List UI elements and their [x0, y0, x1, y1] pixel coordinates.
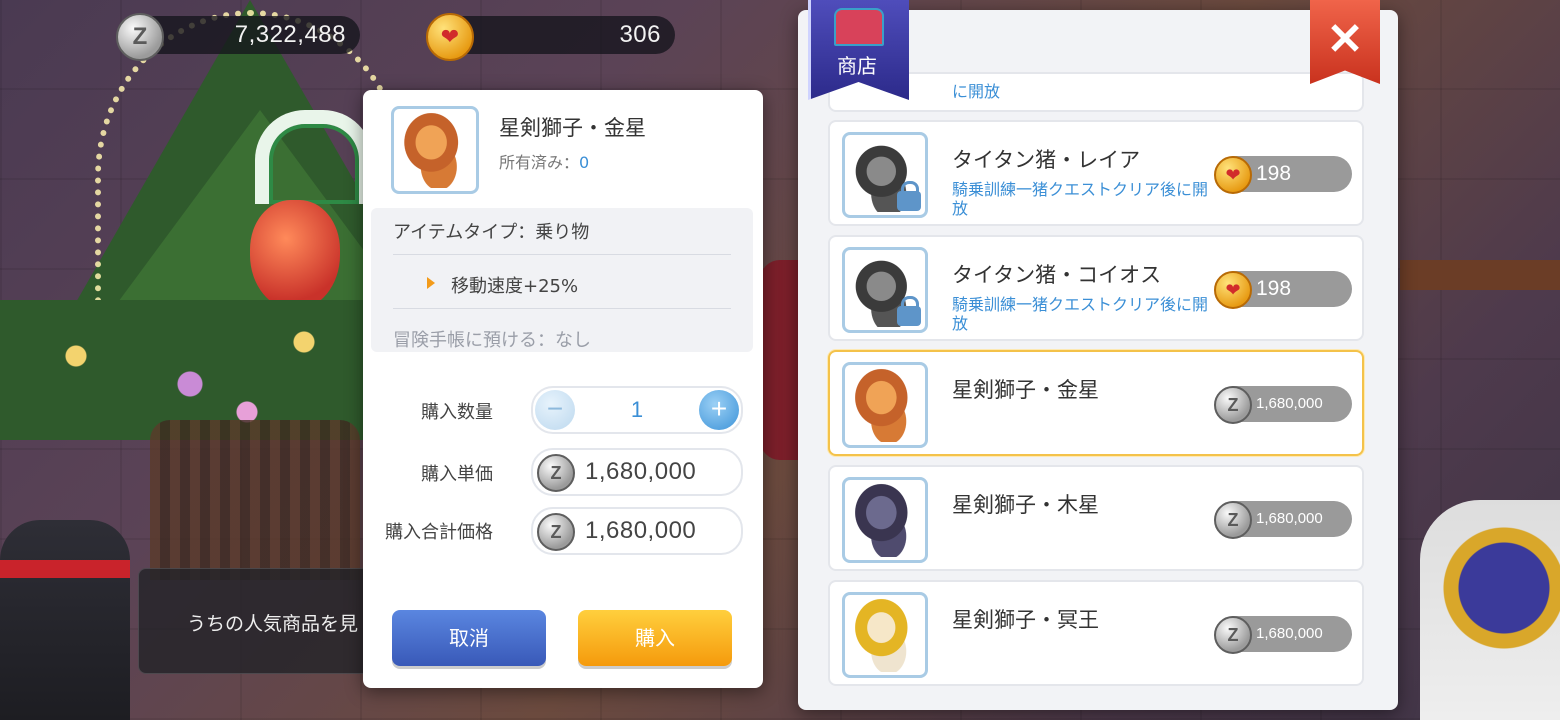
lion-mount-icon [848, 368, 922, 442]
item-price: ❤ 198 [1214, 271, 1352, 309]
item-title: 星剣獅子・金星 [499, 116, 646, 140]
item-thumbnail [391, 106, 479, 194]
cat-coin-icon: ❤ [1214, 271, 1252, 309]
shop-title: 商店 [837, 54, 877, 78]
owned-number: 0 [579, 153, 590, 172]
item-price: Z 1,680,000 [1214, 616, 1352, 654]
increase-button[interactable]: + [699, 390, 739, 430]
zeny-coin-icon: Z [116, 13, 164, 61]
npc-speech-text: うちの人気商品を見 [187, 613, 359, 635]
item-thumbnail [842, 592, 928, 678]
lion-mount-icon [848, 598, 922, 672]
item-unlock-condition: 騎乗訓練一猪クエストクリア後に開放 [952, 180, 1209, 218]
treasure-chest-icon [834, 8, 884, 46]
lion-mount-icon [397, 112, 473, 188]
unit-price-label: 購入単価 [421, 464, 493, 485]
buy-button[interactable]: 購入 [578, 610, 732, 666]
zeny-coin-icon: Z [537, 513, 575, 551]
item-unlock-condition: に開放 [952, 82, 1001, 101]
cat-coin-icon: ❤ [426, 13, 474, 61]
price-value: 1,680,000 [1256, 625, 1323, 642]
item-price: Z 1,680,000 [1214, 501, 1352, 539]
owned-label: 所有済み： [499, 153, 580, 172]
quantity-stepper: − 1 + [531, 386, 743, 434]
zeny-coin-icon: Z [1214, 386, 1252, 424]
price-value: 198 [1256, 162, 1292, 185]
flower-bed [0, 300, 380, 440]
zeny-coin-icon: Z [1214, 616, 1252, 654]
npc-speech-bubble[interactable]: うちの人気商品を見 [138, 568, 380, 674]
item-name: 星剣獅子・冥王 [952, 608, 1099, 632]
item-thumbnail [842, 477, 928, 563]
item-price: ❤ 198 [1214, 156, 1352, 194]
zeny-coin-icon: Z [1214, 501, 1252, 539]
item-thumbnail [842, 132, 928, 218]
unit-price-field: Z 1,680,000 [531, 448, 743, 496]
cancel-button[interactable]: 取消 [392, 610, 546, 666]
zeny-coin-icon: Z [537, 454, 575, 492]
item-name: タイタン猪・レイア [952, 148, 1141, 172]
item-type: アイテムタイプ：乗り物 [393, 222, 590, 243]
price-value: 1,680,000 [1256, 395, 1323, 412]
zeny-balance: Z 7,322,488 [116, 13, 360, 61]
item-thumbnail [842, 247, 928, 333]
unit-price-value: 1,680,000 [585, 458, 697, 485]
shop-item-lion-venus[interactable]: 星剣獅子・金星 Z 1,680,000 [828, 350, 1364, 456]
item-unlock-condition: 騎乗訓練一猪クエストクリア後に開放 [952, 295, 1209, 333]
total-price-field: Z 1,680,000 [531, 507, 743, 555]
purchase-detail-panel: 星剣獅子・金星 所有済み：0 アイテムタイプ：乗り物 移動速度+25% 冒険手帳… [363, 90, 763, 688]
deposit-info: 冒険手帳に預ける：なし [393, 330, 591, 351]
gold-amount: 306 [619, 21, 661, 48]
quantity-label: 購入数量 [421, 402, 493, 423]
divider [393, 254, 731, 255]
zeny-amount: 7,322,488 [234, 21, 346, 48]
item-price: Z 1,680,000 [1214, 386, 1352, 424]
candy-cane [255, 110, 373, 204]
item-name: タイタン猪・コイオス [952, 263, 1162, 287]
total-price-value: 1,680,000 [585, 517, 697, 544]
bullet-arrow-icon [427, 277, 435, 289]
wall-shelf [1400, 260, 1560, 290]
item-thumbnail [842, 362, 928, 448]
price-value: 1,680,000 [1256, 510, 1323, 527]
item-info-box: アイテムタイプ：乗り物 移動速度+25% 冒険手帳に預ける：なし [371, 208, 753, 352]
shop-badge: 商店 [808, 0, 909, 104]
bench [150, 420, 360, 580]
lock-icon [897, 181, 921, 211]
item-name: 星剣獅子・木星 [952, 493, 1099, 517]
npc-character-right [1420, 500, 1560, 720]
npc-character-left [0, 520, 130, 720]
shop-item-lion-jupiter[interactable]: 星剣獅子・木星 Z 1,680,000 [828, 465, 1364, 571]
item-effect: 移動速度+25% [451, 276, 579, 297]
red-ornament [250, 200, 340, 310]
gold-balance: ❤ 306 [426, 13, 675, 61]
cat-coin-icon: ❤ [1214, 156, 1252, 194]
price-value: 198 [1256, 277, 1292, 300]
total-price-label: 購入合計価格 [385, 522, 493, 543]
lion-mount-icon [848, 483, 922, 557]
shop-item-lion-pluto[interactable]: 星剣獅子・冥王 Z 1,680,000 [828, 580, 1364, 686]
shop-item-titan-boar-rhea[interactable]: タイタン猪・レイア 騎乗訓練一猪クエストクリア後に開放 ❤ 198 [828, 120, 1364, 226]
lock-icon [897, 296, 921, 326]
item-name: 星剣獅子・金星 [952, 378, 1099, 402]
shop-item-titan-boar-coeus[interactable]: タイタン猪・コイオス 騎乗訓練一猪クエストクリア後に開放 ❤ 198 [828, 235, 1364, 341]
divider [393, 308, 731, 309]
owned-count: 所有済み：0 [499, 149, 589, 173]
